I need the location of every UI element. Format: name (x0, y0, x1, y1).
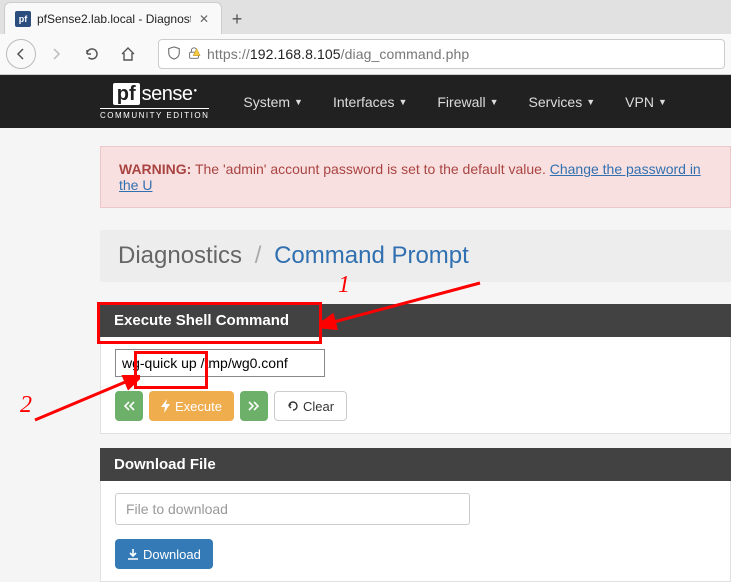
nav-interfaces[interactable]: Interfaces▼ (319, 86, 421, 118)
logo-subtitle: COMMUNITY EDITION (100, 108, 209, 120)
browser-toolbar: https://192.168.8.105/diag_command.php (0, 34, 731, 74)
undo-icon (287, 400, 299, 412)
annotation-arrow-1 (320, 275, 490, 330)
nav-system[interactable]: System▼ (229, 86, 317, 118)
close-icon[interactable]: ✕ (197, 12, 211, 26)
button-row: Execute Clear (115, 391, 716, 421)
home-button[interactable] (112, 39, 144, 69)
tab-title: pfSense2.lab.local - Diagnostics (37, 12, 191, 26)
command-input[interactable] (115, 349, 325, 377)
url-bar[interactable]: https://192.168.8.105/diag_command.php (158, 39, 725, 69)
warning-text: The 'admin' account password is set to t… (191, 161, 549, 177)
history-next-button[interactable] (240, 391, 268, 421)
nav-items: System▼ Interfaces▼ Firewall▼ Services▼ … (229, 86, 681, 118)
breadcrumb-separator: / (255, 242, 262, 269)
browser-chrome: pf pfSense2.lab.local - Diagnostics ✕ + (0, 0, 731, 75)
nav-firewall[interactable]: Firewall▼ (423, 86, 512, 118)
nav-vpn[interactable]: VPN▼ (611, 86, 681, 118)
annotation-arrow-2 (30, 375, 140, 425)
execute-button[interactable]: Execute (149, 391, 234, 421)
panel-body: Execute Clear (100, 337, 731, 434)
chevron-down-icon: ▼ (294, 97, 303, 107)
download-file-panel: Download File Download (100, 448, 731, 582)
breadcrumb-current: Command Prompt (274, 242, 469, 269)
logo-text: sense● (142, 83, 197, 106)
lock-warning-icon (187, 46, 201, 63)
tab-favicon: pf (15, 11, 31, 27)
browser-tab[interactable]: pf pfSense2.lab.local - Diagnostics ✕ (4, 2, 222, 34)
chevron-down-icon: ▼ (586, 97, 595, 107)
panel-body: Download (100, 481, 731, 582)
file-path-input[interactable] (115, 493, 470, 525)
warning-label: WARNING: (119, 161, 191, 177)
chevron-down-icon: ▼ (490, 97, 499, 107)
download-button[interactable]: Download (115, 539, 213, 569)
panel-header: Download File (100, 448, 731, 481)
clear-button[interactable]: Clear (274, 391, 347, 421)
warning-alert: WARNING: The 'admin' account password is… (100, 146, 731, 208)
logo-box: pf (113, 83, 140, 105)
shield-icon (167, 46, 181, 63)
button-row: Download (115, 539, 716, 569)
tab-bar: pf pfSense2.lab.local - Diagnostics ✕ + (0, 0, 731, 34)
new-tab-button[interactable]: + (222, 4, 252, 34)
url-text: https://192.168.8.105/diag_command.php (207, 46, 469, 62)
reload-button[interactable] (76, 39, 108, 69)
back-button[interactable] (6, 39, 36, 69)
download-icon (127, 548, 139, 560)
breadcrumb-root[interactable]: Diagnostics (118, 242, 242, 269)
chevron-down-icon: ▼ (398, 97, 407, 107)
main-nav: pf sense● COMMUNITY EDITION System▼ Inte… (0, 75, 731, 128)
nav-services[interactable]: Services▼ (515, 86, 610, 118)
chevron-down-icon: ▼ (658, 97, 667, 107)
forward-button[interactable] (40, 39, 72, 69)
chevron-double-right-icon (248, 401, 260, 411)
pfsense-logo[interactable]: pf sense● COMMUNITY EDITION (100, 83, 209, 120)
bolt-icon (161, 399, 171, 413)
